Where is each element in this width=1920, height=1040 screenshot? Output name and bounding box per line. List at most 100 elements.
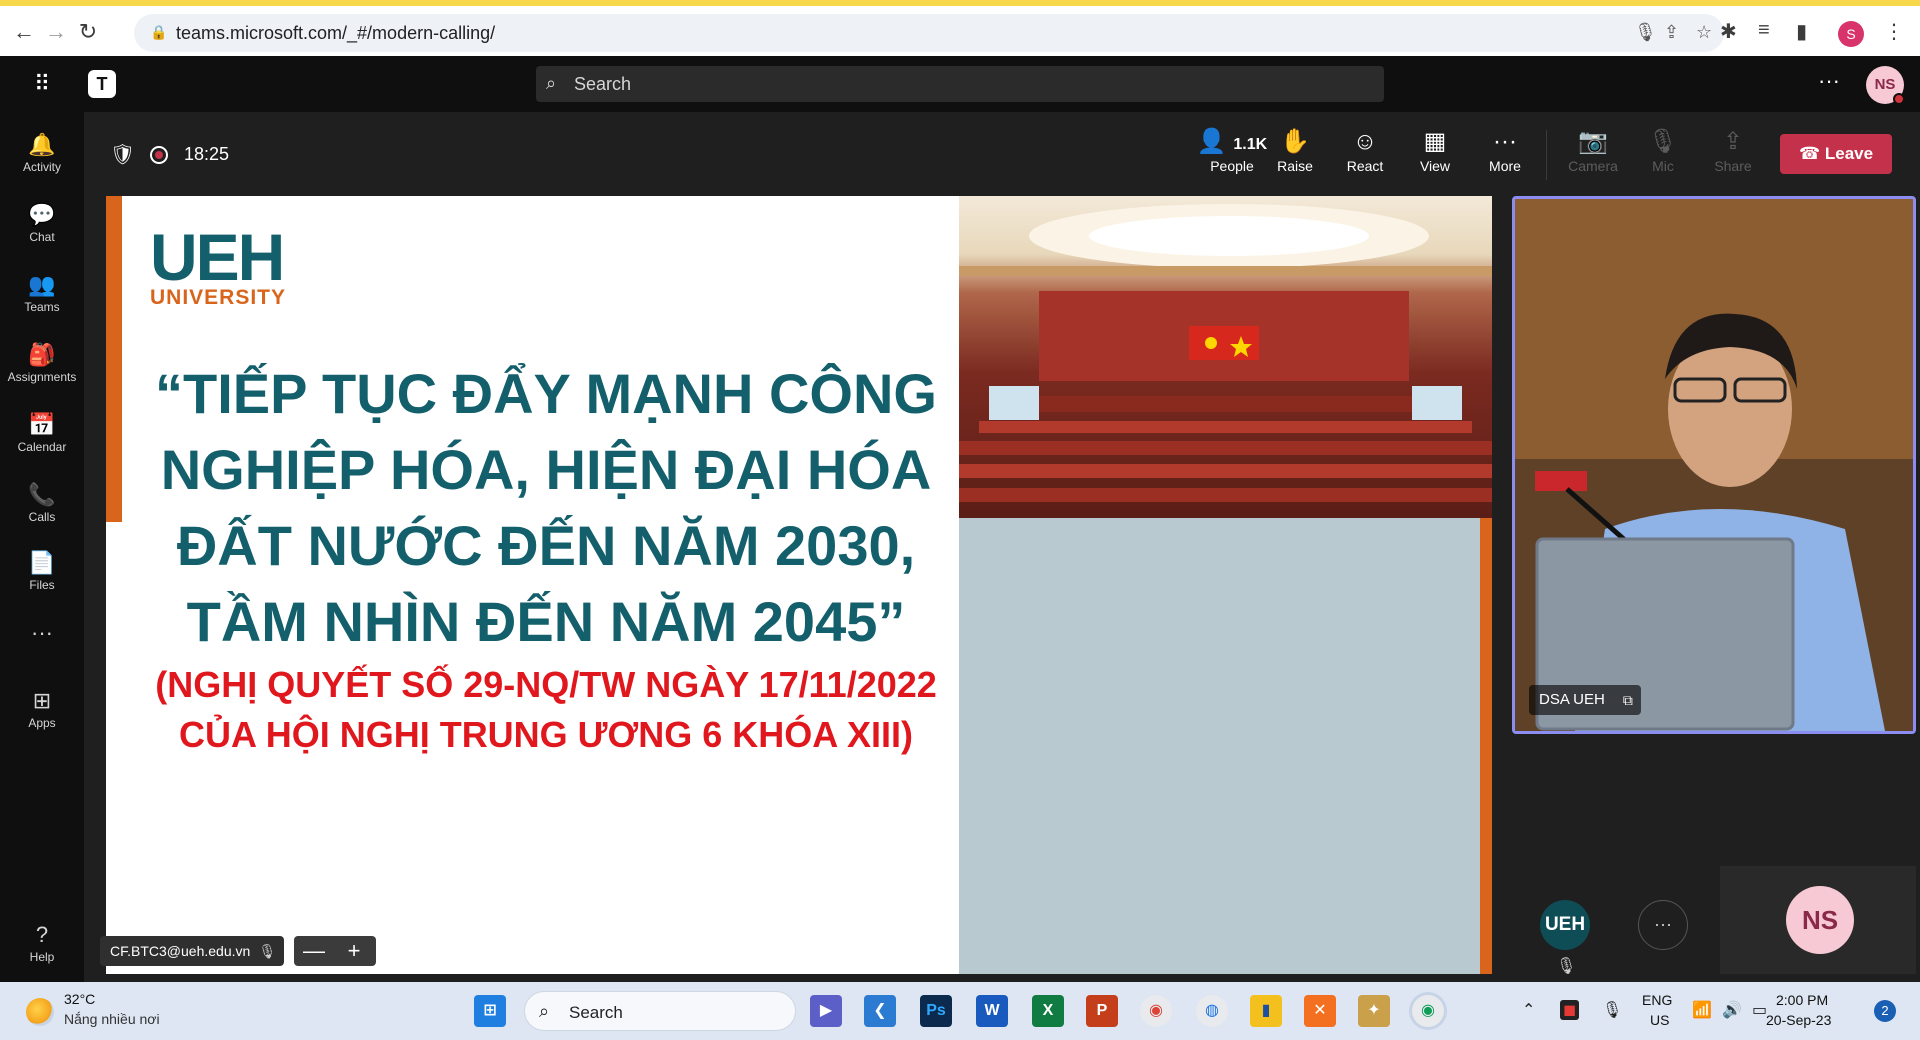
teams-header: ⠿ T ⌕ Search ··· NS [0, 56, 1920, 112]
user-avatar[interactable]: NS [1866, 66, 1905, 105]
zoom-controls: — + [294, 936, 376, 966]
conference-hall-illustration [959, 204, 1492, 502]
rail-item-teams[interactable]: 👥 Teams [0, 264, 84, 324]
address-bar[interactable]: 🔒 teams.microsoft.com/_#/modern-calling/… [134, 14, 1724, 52]
reload-icon[interactable]: ↻ [74, 18, 102, 46]
mic-button[interactable]: 🎙 Mic [1630, 126, 1696, 186]
rail-item-calls[interactable]: 📞 Calls [0, 474, 84, 534]
rail-label: Help [29, 950, 55, 964]
apps-icon: ⊞ [32, 688, 52, 713]
help-icon: ? [35, 922, 49, 947]
more-participants-button[interactable]: ··· [1638, 900, 1688, 950]
clock-time[interactable]: 2:00 PM [1776, 992, 1828, 1008]
word-app-icon[interactable]: W [976, 995, 1008, 1027]
vscode-app-icon[interactable]: ❮ [864, 995, 896, 1027]
zoom-out-button[interactable]: — [294, 938, 334, 964]
excel-app-icon[interactable]: X [1032, 995, 1064, 1027]
camera-button[interactable]: 📷 Camera [1560, 126, 1626, 186]
rail-item-assignments[interactable]: 🎒 Assignments [0, 334, 84, 394]
rail-item-activity[interactable]: 🔔 Activity [0, 124, 84, 184]
taskbar-search-label: Search [569, 1003, 623, 1022]
search-input[interactable]: ⌕ Search [536, 66, 1384, 102]
rail-label: Teams [24, 300, 60, 314]
chrome-app-icon[interactable]: ◉ [1140, 995, 1172, 1027]
teams-icon: 👥 [28, 272, 56, 297]
browser-profile-avatar[interactable]: S [1838, 21, 1864, 47]
raise-label: Raise [1277, 158, 1313, 174]
view-button[interactable]: ▦ View [1402, 126, 1468, 186]
weather-icon[interactable] [26, 998, 54, 1026]
participant-avatar-ueh[interactable]: UEH [1540, 900, 1590, 950]
xampp-app-icon[interactable]: ✕ [1304, 995, 1336, 1027]
conference-hall-photo [959, 196, 1492, 518]
mic-icon[interactable]: 🎙 [1634, 22, 1657, 43]
taskbar-search[interactable]: ⌕ Search [524, 991, 796, 1031]
chrome-active-app-icon[interactable]: ◉ [1412, 995, 1444, 1027]
screen-share-icon: ⧉ [1622, 692, 1633, 708]
start-button-icon[interactable]: ⊞ [474, 995, 506, 1027]
mic-label: Mic [1652, 158, 1674, 174]
microphone-tray-icon[interactable]: 🎙 [1602, 1000, 1622, 1020]
meeting-stage: UEH UNIVERSITY “TIẾP TỤC ĐẨY MẠNH CÔNG N… [84, 196, 1492, 978]
show-hidden-icons-icon[interactable]: ⌃ [1522, 1000, 1535, 1020]
teams-chat-app-icon[interactable]: ▶ [810, 995, 842, 1027]
rail-label: Calendar [17, 440, 67, 454]
people-button[interactable]: 👤 1.1K People [1192, 126, 1272, 186]
tray-app-icon[interactable]: ◼ [1560, 1000, 1580, 1020]
star-icon[interactable]: ☆ [1696, 22, 1712, 43]
zoom-in-button[interactable]: + [334, 938, 374, 964]
photoshop-app-icon[interactable]: Ps [920, 995, 952, 1027]
phone-icon: 📞 [28, 482, 56, 507]
rail-item-help[interactable]: ? Help [0, 914, 84, 974]
notification-badge[interactable]: 2 [1874, 1000, 1896, 1022]
language-indicator-line1[interactable]: ENG [1642, 992, 1672, 1008]
extensions-icon[interactable]: ✱ [1720, 19, 1737, 44]
participant-video-tile[interactable]: DSA UEH ⧉ [1512, 196, 1916, 734]
clock-date[interactable]: 20-Sep-23 [1766, 1012, 1831, 1028]
mic-muted-icon: 🎙 [1556, 958, 1577, 975]
game-app-icon[interactable]: ✦ [1358, 995, 1390, 1027]
view-label: View [1419, 158, 1451, 174]
participant-name: DSA UEH [1539, 691, 1605, 708]
rail-item-chat[interactable]: 💬 Chat [0, 194, 84, 254]
self-view-tile[interactable]: NS [1720, 866, 1916, 974]
powerpoint-app-icon[interactable]: P [1086, 995, 1118, 1027]
media-icon[interactable]: ≡ [1758, 19, 1770, 42]
address-url: teams.microsoft.com/_#/modern-calling/ [176, 23, 496, 43]
settings-more-icon[interactable]: ··· [1818, 68, 1840, 94]
app-launcher-icon[interactable]: ⠿ [28, 70, 56, 98]
share-button[interactable]: ⇪ Share [1700, 126, 1766, 186]
user-avatar-initials: NS [1874, 76, 1896, 93]
leave-button[interactable]: ☎ Leave [1780, 134, 1892, 174]
hand-icon: ✋ [1280, 128, 1310, 155]
battery-icon[interactable]: ▭ [1752, 1000, 1767, 1020]
search-icon: ⌕ [539, 1001, 550, 1021]
react-button[interactable]: ☺ React [1332, 126, 1398, 186]
rail-label: Assignments [7, 370, 77, 384]
rail-item-calendar[interactable]: 📅 Calendar [0, 404, 84, 464]
rail-label: Files [29, 578, 55, 592]
people-label: People [1210, 158, 1254, 174]
search-placeholder: Search [574, 74, 632, 94]
raise-hand-button[interactable]: ✋ Raise [1262, 126, 1328, 186]
presenter-name-chip: CF.BTC3@ueh.edu.vn 🎙 [100, 936, 285, 966]
more-actions-button[interactable]: ··· More [1472, 126, 1538, 186]
share-icon[interactable]: ⇪ [1664, 22, 1679, 43]
back-icon[interactable]: ← [10, 18, 38, 46]
logo-sub-text: UNIVERSITY [150, 286, 287, 309]
side-panel-icon[interactable]: ▮ [1796, 19, 1807, 44]
rail-item-files[interactable]: 📄 Files [0, 542, 84, 602]
browser-app-icon[interactable]: ◍ [1196, 995, 1228, 1027]
volume-icon[interactable]: 🔊 [1722, 1000, 1742, 1020]
powerbi-app-icon[interactable]: ▮ [1250, 995, 1282, 1027]
rail-item-apps[interactable]: ⊞ Apps [0, 680, 84, 740]
forward-icon[interactable]: → [42, 18, 70, 46]
slide-title: “TIẾP TỤC ĐẨY MẠNH CÔNG NGHIỆP HÓA, HIỆN… [126, 356, 966, 660]
rail-item-more[interactable]: ··· [0, 612, 84, 672]
wifi-icon[interactable]: 📶 [1692, 1000, 1712, 1020]
slide-right-accent-bar [1480, 518, 1492, 974]
search-icon: ⌕ [546, 73, 557, 93]
browser-menu-icon[interactable]: ⋮ [1884, 19, 1904, 44]
slide-title-line: TẦM NHÌN ĐẾN NĂM 2045” [186, 590, 906, 653]
language-indicator-line2[interactable]: US [1650, 1012, 1669, 1028]
